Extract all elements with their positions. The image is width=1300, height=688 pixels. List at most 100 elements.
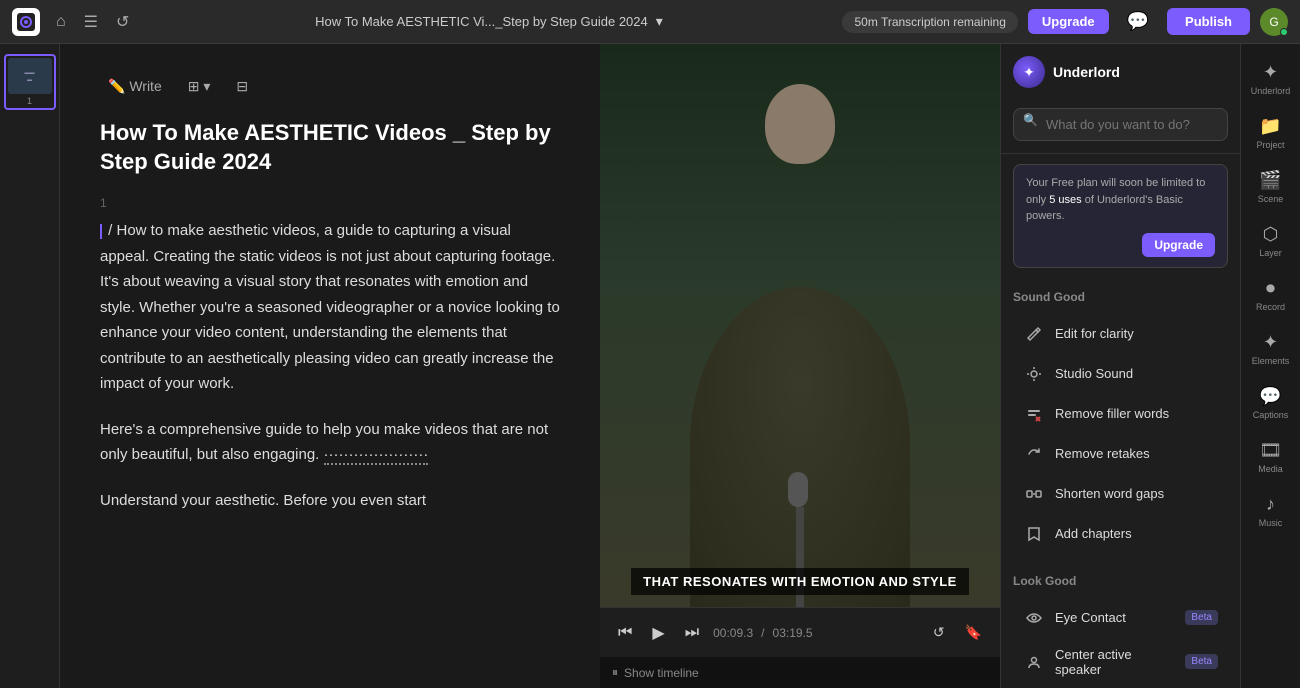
sidebar-item-layer[interactable]: ⬡ Layer	[1244, 216, 1298, 266]
eye-contact-label: Eye Contact	[1055, 610, 1126, 625]
current-time: 00:09.3	[713, 626, 753, 640]
tool-remove-filler[interactable]: Remove filler words	[1013, 394, 1228, 434]
title-dropdown-button[interactable]: ▾	[656, 13, 663, 30]
bookmark-button[interactable]: 🔖	[959, 620, 988, 645]
topbar-icons: ⌂ ☰ ↺	[50, 8, 135, 36]
sidebar-item-scene[interactable]: 🎬 Scene	[1244, 162, 1298, 212]
dotted-text: ·····················	[324, 446, 429, 465]
topbar-left: ⌂ ☰ ↺	[12, 8, 135, 36]
underlord-header-section: ✦ Underlord 🔍	[1001, 44, 1240, 154]
sidebar-item-project[interactable]: 📁 Project	[1244, 108, 1298, 158]
view-options-button[interactable]: ⊞ ▾	[180, 74, 219, 99]
underlord-avatar: ✦	[1013, 56, 1045, 88]
upgrade-notice: Your Free plan will soon be limited to o…	[1013, 164, 1228, 268]
topbar: ⌂ ☰ ↺ How To Make AESTHETIC Vi..._Step b…	[0, 0, 1300, 44]
underlord-name: Underlord	[1053, 64, 1120, 80]
skip-forward-button[interactable]: ⏭	[679, 620, 705, 646]
sidebar-item-captions[interactable]: 💬 Captions	[1244, 378, 1298, 428]
layout-button[interactable]: ⊟	[228, 74, 256, 99]
tool-shorten-gaps[interactable]: Shorten word gaps	[1013, 474, 1228, 514]
search-wrapper: 🔍	[1013, 98, 1228, 141]
add-chapters-label: Add chapters	[1055, 526, 1132, 541]
elements-icon: ✦	[1263, 332, 1278, 353]
elements-sidebar-label: Elements	[1252, 356, 1290, 366]
skip-back-button[interactable]: ⏮	[612, 620, 638, 646]
upgrade-button-top[interactable]: Upgrade	[1028, 9, 1109, 34]
topbar-center: How To Make AESTHETIC Vi..._Step by Step…	[145, 13, 832, 30]
transcription-label: 50m Transcription remaining	[854, 15, 1005, 29]
comment-button[interactable]: 💬	[1119, 7, 1157, 36]
show-timeline-label: Show timeline	[624, 666, 699, 680]
sound-good-label: Sound Good	[1013, 286, 1228, 308]
upgrade-notice-button[interactable]: Upgrade	[1142, 233, 1215, 257]
center-speaker-label: Center active speaker	[1055, 647, 1175, 677]
shorten-gaps-icon	[1023, 483, 1045, 505]
edit-clarity-icon	[1023, 323, 1045, 345]
user-avatar[interactable]: G	[1260, 8, 1288, 36]
sidebar-item-elements[interactable]: ✦ Elements	[1244, 324, 1298, 374]
transcription-badge: 50m Transcription remaining	[842, 11, 1017, 33]
studio-sound-icon	[1023, 363, 1045, 385]
segment-number: 1	[100, 196, 560, 210]
sidebar-item-record[interactable]: ⏺ Record	[1244, 270, 1298, 320]
upgrade-notice-text: Your Free plan will soon be limited to o…	[1026, 175, 1215, 225]
underlord-sidebar-label: Underlord	[1251, 86, 1291, 96]
tool-add-chapters[interactable]: Add chapters	[1013, 514, 1228, 554]
sidebar-item-underlord[interactable]: ✦ Underlord	[1244, 54, 1298, 104]
thumbnail-item-1[interactable]: ▬▬ ▬ 1	[4, 54, 56, 110]
restart-button[interactable]: ↺	[927, 620, 951, 645]
thumbnail-number: 1	[8, 96, 52, 106]
captions-sidebar-label: Captions	[1253, 410, 1289, 420]
editor-panel: ✏️ Write ⊞ ▾ ⊟ How To Make AESTHETIC Vid…	[60, 44, 600, 688]
record-icon: ⏺	[1266, 278, 1275, 299]
write-label: Write	[129, 78, 161, 94]
underlord-header: ✦ Underlord	[1013, 56, 1228, 88]
tool-remove-retakes[interactable]: Remove retakes	[1013, 434, 1228, 474]
write-button[interactable]: ✏️ Write	[100, 74, 170, 99]
time-separator: /	[761, 626, 764, 640]
paragraph-1: / How to make aesthetic videos, a guide …	[100, 218, 560, 397]
scene-sidebar-label: Scene	[1258, 194, 1284, 204]
show-timeline-button[interactable]: ⏸ Show timeline	[600, 657, 1000, 688]
video-caption-text: THAT RESONATES WITH EMOTION AND STYLE	[631, 568, 969, 595]
remove-filler-label: Remove filler words	[1055, 406, 1169, 421]
video-controls: ⏮ ▶ ⏭ 00:09.3 / 03:19.5 ↺ 🔖	[600, 607, 1000, 657]
layer-sidebar-label: Layer	[1259, 248, 1282, 258]
editor-toolbar: ✏️ Write ⊞ ▾ ⊟	[100, 74, 560, 99]
tool-edit-clarity[interactable]: Edit for clarity	[1013, 314, 1228, 354]
write-icon: ✏️	[108, 78, 125, 94]
search-icon: 🔍	[1023, 113, 1038, 127]
publish-button[interactable]: Publish	[1167, 8, 1250, 35]
undo-button[interactable]: ↺	[110, 8, 135, 36]
studio-sound-label: Studio Sound	[1055, 366, 1133, 381]
captions-icon: 💬	[1259, 386, 1281, 407]
document-title: How To Make AESTHETIC Videos _ Step by S…	[100, 119, 560, 176]
center-speaker-icon	[1023, 651, 1045, 673]
media-icon: 🎞	[1259, 440, 1282, 461]
sidebar-item-music[interactable]: ♪ Music	[1244, 486, 1298, 536]
eye-contact-icon	[1023, 607, 1045, 629]
play-button[interactable]: ▶	[646, 619, 670, 647]
underlord-panel: ✦ Underlord 🔍 Your Free plan will soon b…	[1000, 44, 1240, 688]
sidebar-item-media[interactable]: 🎞 Media	[1244, 432, 1298, 482]
remove-filler-icon	[1023, 403, 1045, 425]
paragraph-2: Here's a comprehensive guide to help you…	[100, 417, 560, 468]
icon-sidebar: ✦ Underlord 📁 Project 🎬 Scene ⬡ Layer ⏺ …	[1240, 44, 1300, 688]
eye-contact-badge: Beta	[1185, 610, 1218, 625]
home-button[interactable]: ⌂	[50, 8, 72, 36]
menu-button[interactable]: ☰	[78, 8, 104, 36]
shorten-gaps-label: Shorten word gaps	[1055, 486, 1164, 501]
thumbnail-preview: ▬▬ ▬	[8, 58, 52, 94]
remove-retakes-icon	[1023, 443, 1045, 465]
person-head	[765, 84, 835, 164]
online-indicator	[1280, 28, 1288, 36]
video-container: THAT RESONATES WITH EMOTION AND STYLE	[600, 44, 1000, 607]
project-sidebar-label: Project	[1256, 140, 1284, 150]
tool-studio-sound[interactable]: Studio Sound	[1013, 354, 1228, 394]
main-content: ▬▬ ▬ 1 ✏️ Write ⊞ ▾ ⊟ How To Make AESTHE…	[0, 44, 1300, 688]
layer-icon: ⬡	[1263, 224, 1279, 245]
underlord-search[interactable]	[1013, 108, 1228, 141]
tool-center-speaker[interactable]: Center active speaker Beta	[1013, 638, 1228, 686]
timeline-icon: ⏸	[612, 665, 618, 680]
tool-eye-contact[interactable]: Eye Contact Beta	[1013, 598, 1228, 638]
